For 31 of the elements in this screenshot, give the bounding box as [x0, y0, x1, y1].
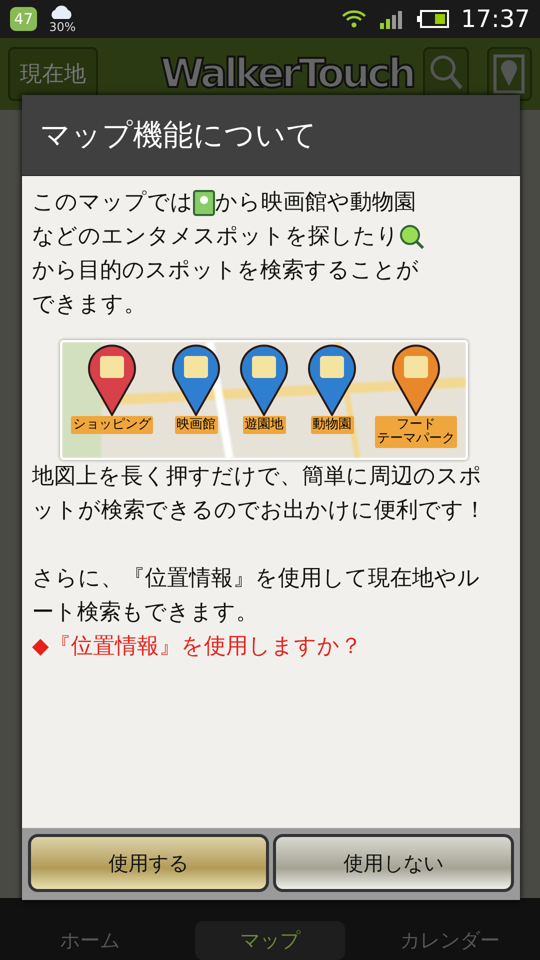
search-icon: [399, 224, 425, 250]
dialog-button[interactable]: 使用しない: [273, 834, 514, 892]
nav-tab[interactable]: カレンダー: [375, 921, 525, 960]
nav-tab[interactable]: マップ: [195, 921, 345, 960]
category-label: 動物園: [312, 418, 352, 432]
wifi-icon: [340, 9, 367, 29]
body-text: 地図上を長く押すだけで、簡単に周辺のスポットが検索できるのでお出かけに便利です！: [32, 463, 487, 525]
current-location-button[interactable]: 現在地: [8, 47, 98, 101]
dialog-button[interactable]: 使用する: [28, 834, 269, 892]
intro-text: から目的のスポットを検索することが: [32, 257, 419, 285]
dialog-title: マップ機能について: [22, 95, 520, 176]
signal-icon: [378, 9, 405, 29]
category-label: 遊園地: [244, 418, 284, 432]
category-label: フード: [396, 418, 436, 432]
nav-tab[interactable]: ホーム: [15, 921, 165, 960]
category-label: ショッピング: [73, 418, 151, 432]
intro-text: から映画館や動物園: [215, 189, 416, 217]
category-label: 映画館: [176, 418, 216, 432]
map-pin-icon: [193, 190, 215, 216]
body-text: さらに、『位置情報』を使用して現在地やルート検索もできます。: [32, 565, 481, 627]
map-pin-button[interactable]: [486, 47, 532, 101]
question-text: ◆『位置情報』を使用しますか？: [32, 633, 363, 661]
notification-badge: 47: [10, 7, 38, 31]
app-logo: WalkerTouch: [160, 51, 414, 97]
clock: 17:37: [460, 5, 530, 33]
intro-text: できます。: [32, 291, 146, 319]
battery-icon: [416, 10, 449, 28]
weather-percent: 30%: [49, 20, 76, 34]
category-label: テーマパーク: [377, 432, 455, 446]
intro-text: などのエンタメスポットを探したり: [32, 223, 399, 251]
intro-text: このマップでは: [32, 189, 193, 217]
